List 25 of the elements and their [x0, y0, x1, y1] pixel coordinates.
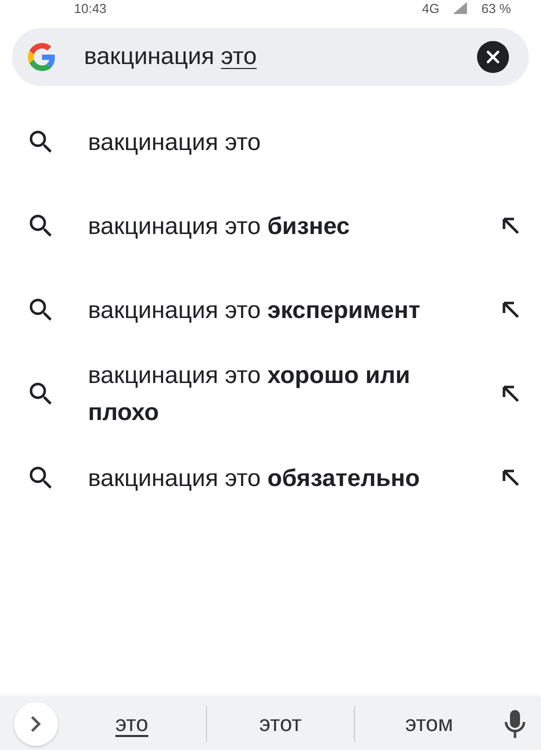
search-field[interactable]: вакцинация это: [12, 28, 529, 86]
google-logo-icon: [28, 43, 56, 71]
suggestion-text: вакцинация это бизнес: [88, 212, 351, 242]
search-query: вакцинация это: [84, 43, 258, 71]
battery-level: 63 %: [481, 0, 511, 16]
suggestion-item[interactable]: вакцинация это обязательно: [0, 436, 541, 520]
suggestion-text: вакцинация это эксперимент: [88, 296, 422, 326]
word-suggestion[interactable]: это: [58, 710, 206, 736]
suggestion-text: вакцинация это хорошо или плохо: [88, 361, 412, 428]
suggestion-text: вакцинация это: [88, 128, 262, 158]
word-suggestion[interactable]: этот: [206, 710, 354, 736]
suggestion-item[interactable]: вакцинация это хорошо или плохо: [0, 352, 541, 436]
suggestion-item[interactable]: вакцинация это бизнес: [0, 184, 541, 268]
expand-toolbar-button[interactable]: [14, 702, 58, 746]
suggestion-item[interactable]: вакцинация это: [0, 100, 541, 184]
chevron-right-icon: [29, 714, 43, 732]
close-icon: [486, 50, 500, 64]
signal-icon: [453, 2, 468, 14]
network-type: 4G: [422, 0, 440, 16]
word-suggestion[interactable]: этом: [355, 710, 504, 736]
suggestion-text: вакцинация это обязательно: [88, 464, 421, 494]
microphone-icon[interactable]: [503, 708, 528, 738]
clear-button[interactable]: [477, 41, 509, 73]
suggestion-item[interactable]: вакцинация это эксперимент: [0, 268, 541, 352]
clock-time: 10:43: [74, 0, 107, 16]
